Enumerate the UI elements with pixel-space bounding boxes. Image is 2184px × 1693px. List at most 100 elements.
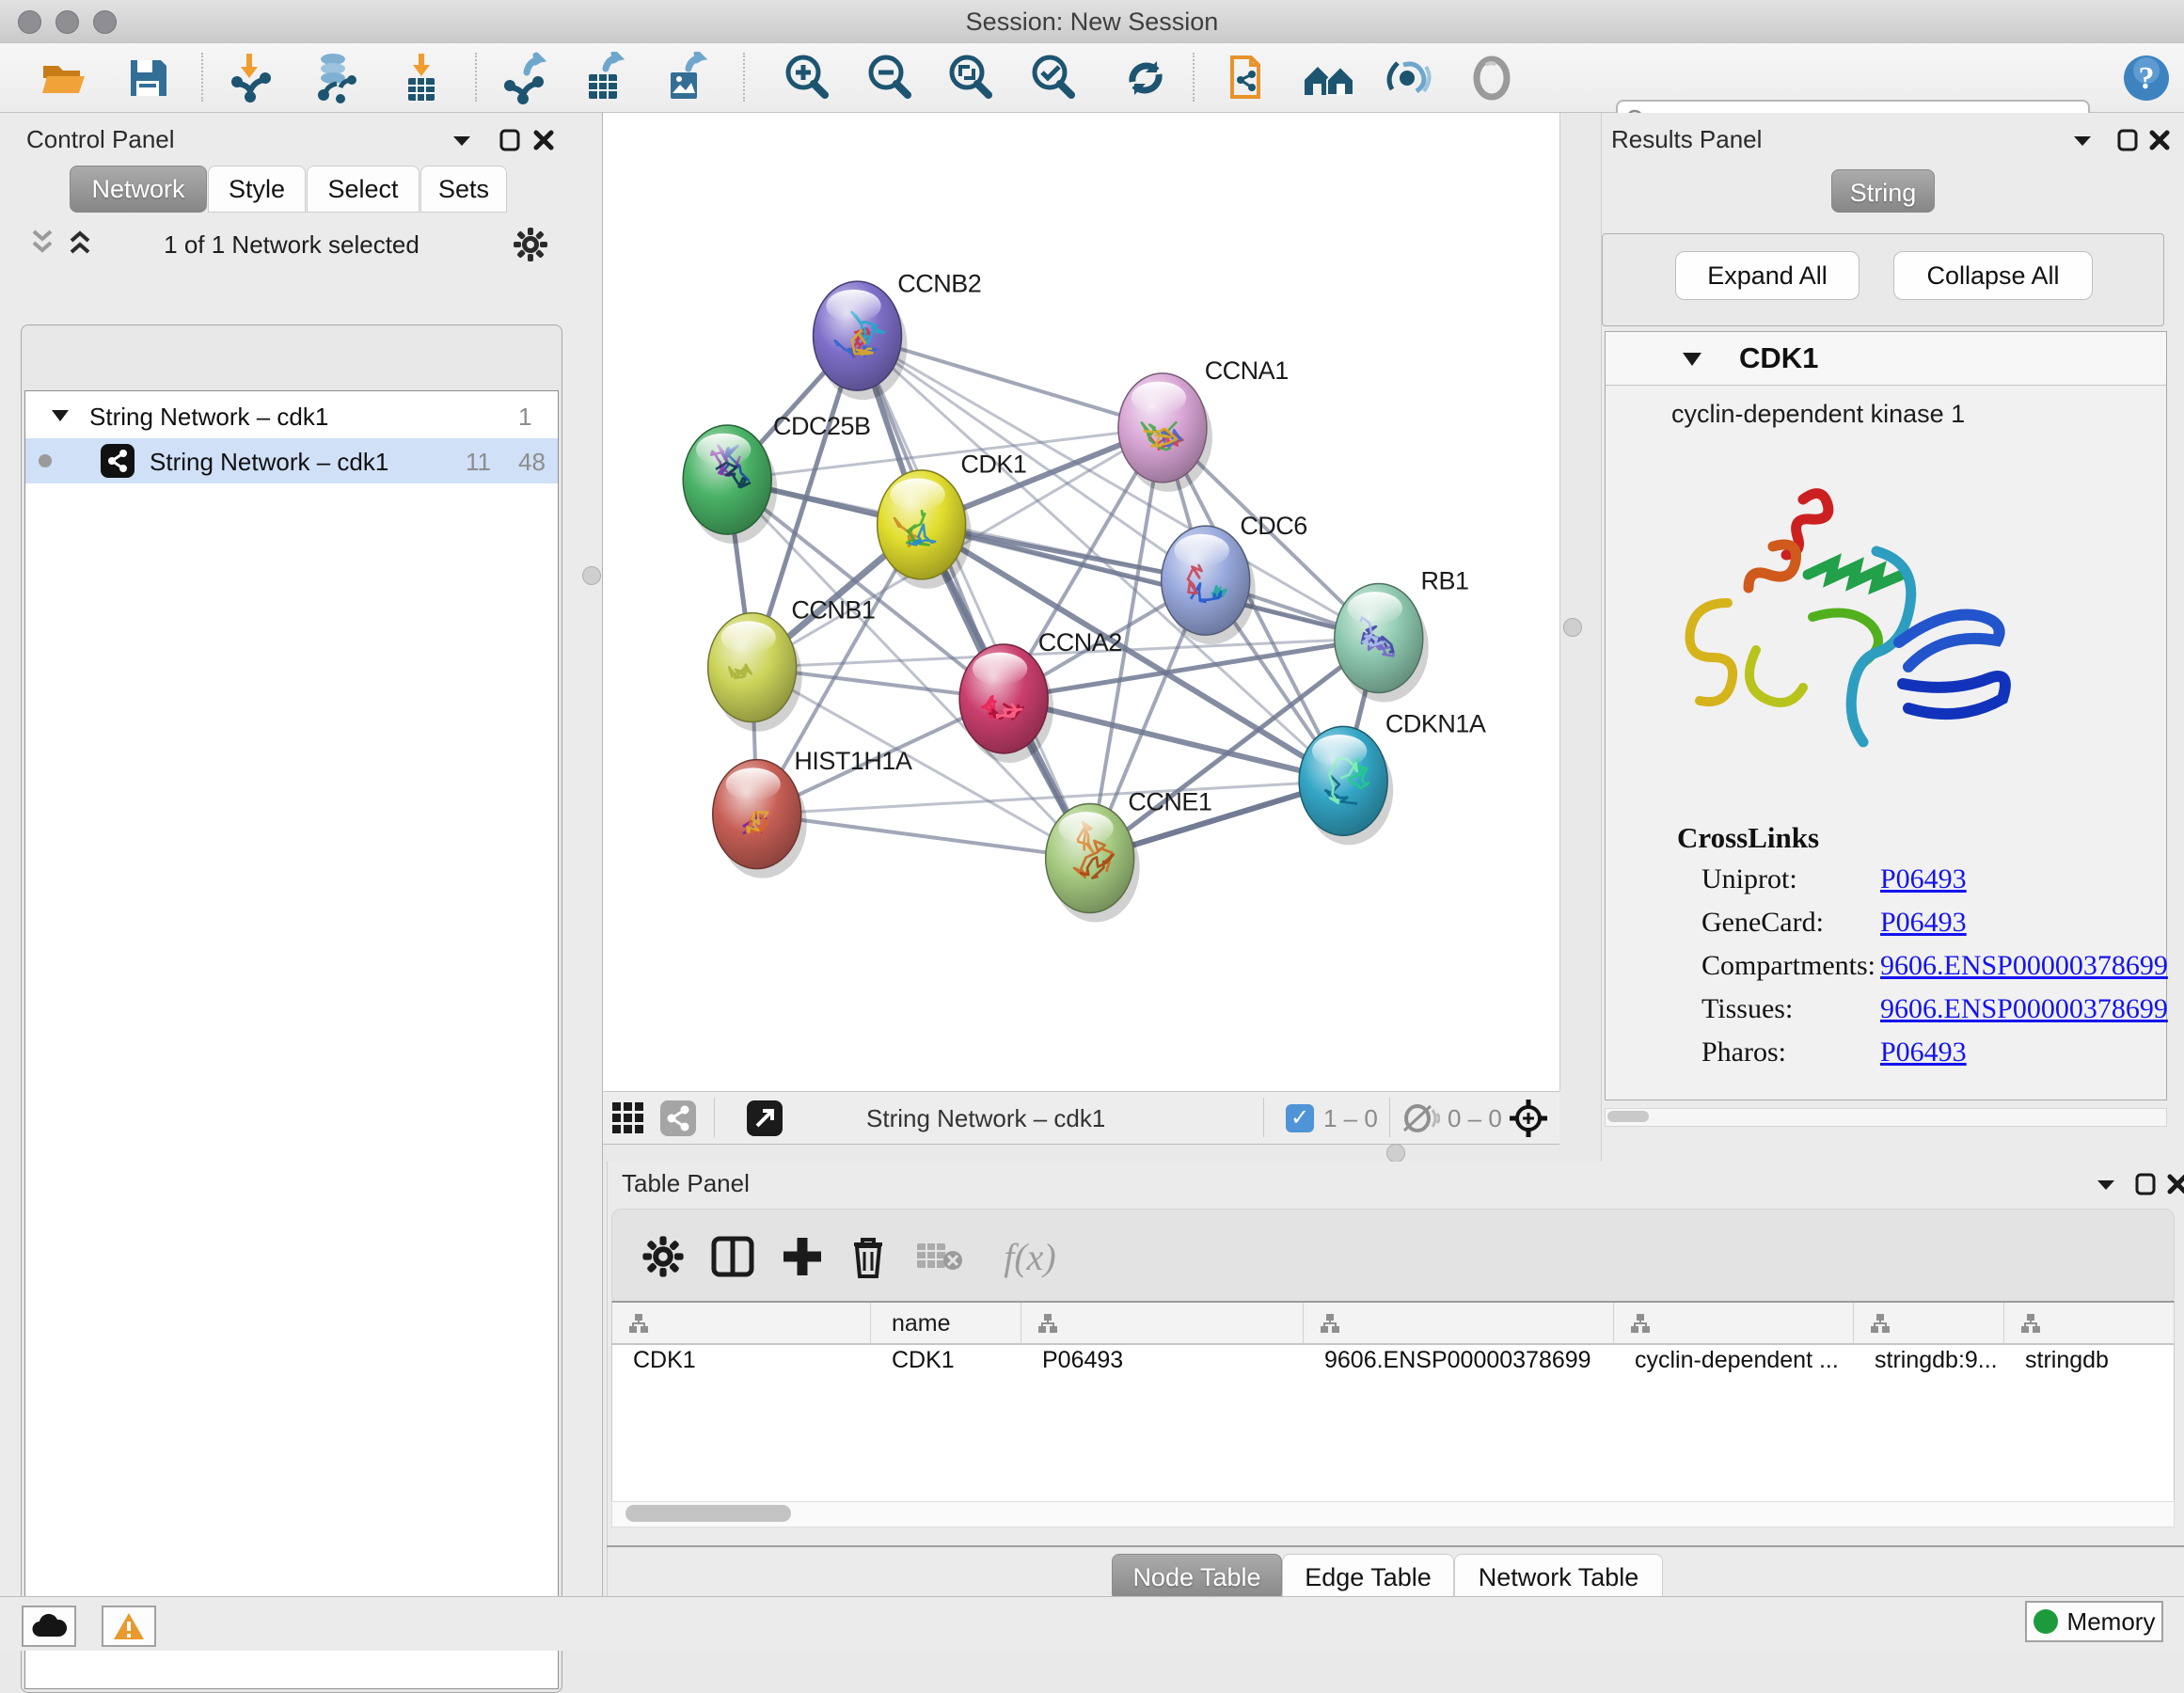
fit-selected-button[interactable]	[1508, 1096, 1553, 1141]
column-header--id[interactable]: @id	[1854, 1303, 2004, 1345]
export-network-button[interactable]	[497, 51, 553, 105]
warning-status-button[interactable]	[102, 1606, 156, 1647]
table-hscroll-thumb[interactable]	[625, 1505, 791, 1522]
graph-node-CCNB2[interactable]: CCNB2	[814, 269, 982, 400]
graph-node-CDC25B[interactable]: CDC25B	[683, 412, 870, 544]
tab-sets[interactable]: Sets	[420, 166, 507, 213]
tab-string[interactable]: String	[1831, 169, 1935, 213]
horizontal-splitter-handle[interactable]	[1386, 1144, 1405, 1163]
network-row[interactable]: String Network – cdk1 11 48	[25, 438, 558, 483]
refresh-button[interactable]	[1117, 51, 1174, 105]
column-header-database-identifier[interactable]: database identifier	[1304, 1303, 1614, 1345]
network-collection-row[interactable]: String Network – cdk1 1	[25, 393, 558, 438]
expand-all-button[interactable]: Expand All	[1675, 251, 1860, 300]
table-cell[interactable]: P06493	[1042, 1347, 1302, 1388]
control-panel-title: Control Panel	[26, 125, 175, 154]
export-image-button[interactable]	[657, 51, 713, 105]
table-cell[interactable]: stringdb:9...	[1875, 1347, 2002, 1388]
collapse-all-button[interactable]: Collapse All	[1893, 251, 2093, 300]
node-table[interactable]: shared nameCDK1nameCDK1canonical nameP06…	[611, 1301, 2175, 1502]
table-cell[interactable]: CDK1	[892, 1347, 1020, 1388]
results-panel-close-button[interactable]	[2147, 126, 2179, 154]
table-cell[interactable]: 9606.ENSP00000378699	[1324, 1347, 1612, 1388]
tab-node-table[interactable]: Node Table	[1112, 1554, 1282, 1601]
selected-checkbox-icon[interactable]: ✓	[1286, 1104, 1314, 1132]
results-hscrollbar[interactable]	[1605, 1108, 2167, 1127]
database-icon	[309, 52, 361, 104]
save-session-button[interactable]	[120, 51, 177, 105]
table-cell[interactable]: cyclin-dependent ...	[1635, 1347, 1852, 1388]
show-graphics-details-button[interactable]	[1381, 51, 1437, 105]
open-in-browser-button[interactable]	[1221, 51, 1277, 105]
left-splitter-handle[interactable]	[582, 566, 601, 585]
crosslink-link[interactable]: 9606.ENSP00000378699	[1880, 993, 2168, 1025]
table-panel-close-button[interactable]	[2165, 1170, 2184, 1198]
detach-view-button[interactable]	[746, 1098, 789, 1139]
column-header-description[interactable]: description	[1614, 1303, 1854, 1345]
table-options-gear-button[interactable]	[633, 1226, 693, 1287]
column-header-shared-name[interactable]: shared name	[612, 1303, 871, 1345]
table-panel-menu-button[interactable]	[2094, 1170, 2126, 1198]
network-list-view-button[interactable]	[659, 1098, 703, 1139]
zoom-fit-button[interactable]	[942, 51, 999, 105]
tab-style[interactable]: Style	[208, 166, 306, 213]
tab-network[interactable]: Network	[70, 166, 207, 213]
zoom-selected-icon	[1027, 52, 1080, 104]
zoom-selected-button[interactable]	[1025, 51, 1082, 105]
results-hscroll-thumb[interactable]	[1607, 1111, 1649, 1122]
expand-all-networks-button[interactable]	[66, 228, 98, 256]
create-column-button[interactable]	[772, 1226, 832, 1287]
function-builder-button[interactable]: f(x)	[983, 1226, 1077, 1287]
delete-column-button[interactable]	[838, 1226, 898, 1287]
collection-name: String Network – cdk1	[89, 403, 328, 432]
collapse-all-networks-button[interactable]	[28, 228, 60, 256]
grid-view-button[interactable]	[610, 1098, 654, 1139]
string-network-graph[interactable]: CCNB2CCNA1CDC25BCDK1CDC6RB1CCNB1CCNA2CDK…	[603, 113, 1559, 1091]
show-columns-button[interactable]	[703, 1226, 763, 1287]
crosslink-link[interactable]: P06493	[1880, 1036, 1967, 1068]
graph-node-CCNA1[interactable]: CCNA1	[1118, 356, 1289, 492]
zoom-in-icon	[781, 52, 833, 104]
tab-network-table[interactable]: Network Table	[1454, 1554, 1663, 1601]
table-hscrollbar[interactable]	[611, 1501, 2175, 1527]
column-header-name[interactable]: name	[871, 1303, 1021, 1345]
help-button[interactable]: ?	[2118, 51, 2175, 105]
open-session-button[interactable]	[36, 51, 92, 105]
network-canvas[interactable]: CCNB2CCNA1CDC25BCDK1CDC6RB1CCNB1CCNA2CDK…	[603, 113, 1560, 1091]
home-button[interactable]	[1301, 51, 1357, 105]
control-panel-close-button[interactable]	[531, 126, 563, 154]
table-cell[interactable]: stringdb	[2025, 1347, 2173, 1388]
node-section-header[interactable]: CDK1	[1606, 332, 2166, 386]
crosslink-link[interactable]: P06493	[1880, 907, 1967, 939]
crosslink-link[interactable]: P06493	[1880, 863, 1967, 895]
table-panel-divider	[607, 1545, 2184, 1547]
control-panel-float-button[interactable]	[498, 126, 530, 154]
import-network-button[interactable]	[224, 51, 280, 105]
zoom-out-button[interactable]	[862, 51, 918, 105]
delete-table-button[interactable]	[910, 1226, 970, 1287]
right-splitter-handle[interactable]	[1563, 618, 1582, 637]
export-image-icon	[658, 52, 711, 104]
export-table-button[interactable]	[576, 51, 632, 105]
preview-button[interactable]	[1464, 51, 1520, 105]
crosslink-link[interactable]: 9606.ENSP00000378699	[1880, 950, 2168, 982]
graph-node-CDC6[interactable]: CDC6	[1162, 512, 1307, 644]
results-panel-float-button[interactable]	[2115, 126, 2147, 154]
graph-node-RB1[interactable]: RB1	[1335, 566, 1469, 702]
results-panel-menu-button[interactable]	[2070, 126, 2102, 154]
tab-select[interactable]: Select	[307, 166, 419, 213]
network-options-gear-button[interactable]	[512, 224, 553, 265]
zoom-in-button[interactable]	[779, 51, 835, 105]
column-header-namespac[interactable]: namespac	[2004, 1303, 2175, 1345]
column-header-canonical-name[interactable]: canonical name	[1021, 1303, 1304, 1345]
graph-node-CDKN1A[interactable]: CDKN1A	[1299, 709, 1486, 845]
import-database-button[interactable]	[307, 51, 363, 105]
import-table-button[interactable]	[393, 51, 450, 105]
table-panel-float-button[interactable]	[2133, 1170, 2165, 1198]
tab-edge-table[interactable]: Edge Table	[1282, 1554, 1454, 1601]
memory-button[interactable]: Memory	[2025, 1601, 2163, 1642]
graph-node-CCNE1[interactable]: CCNE1	[1046, 788, 1212, 923]
cloud-status-button[interactable]	[22, 1606, 76, 1647]
control-panel-menu-button[interactable]	[450, 126, 482, 154]
table-cell[interactable]: CDK1	[633, 1347, 869, 1388]
